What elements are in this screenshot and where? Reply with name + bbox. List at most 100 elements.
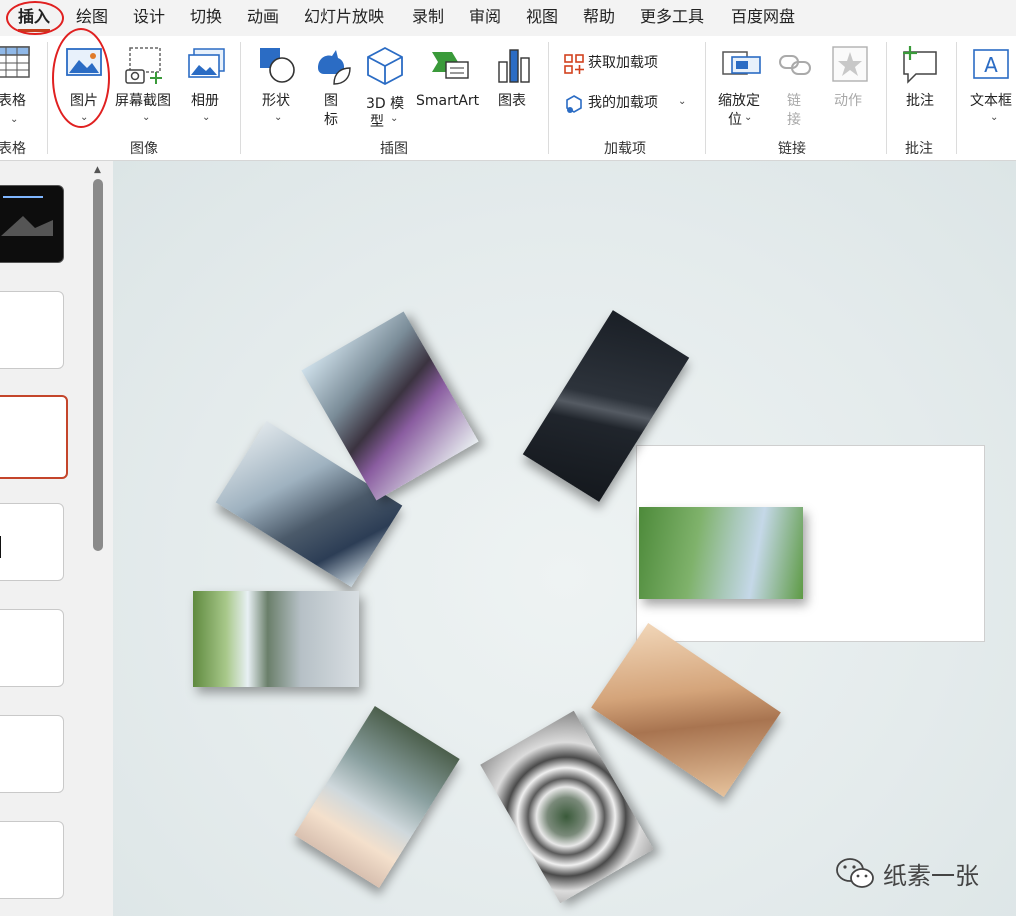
group-label-comments: 批注 bbox=[905, 141, 933, 157]
tab-animations[interactable]: 动画 bbox=[247, 6, 279, 28]
chevron-down-icon: ⌄ bbox=[678, 96, 687, 107]
thumbnail-mark bbox=[0, 536, 1, 558]
tab-transitions[interactable]: 切换 bbox=[190, 6, 222, 28]
slide-thumbnail[interactable] bbox=[0, 503, 64, 581]
tab-more-tools[interactable]: 更多工具 bbox=[640, 6, 704, 28]
screenshot-button[interactable]: 屏幕截图 ⌄ bbox=[114, 42, 178, 132]
screenshot-label: 屏幕截图 bbox=[115, 93, 171, 109]
zoom-icon bbox=[722, 51, 761, 75]
scroll-up-arrow[interactable]: ▲ bbox=[94, 165, 101, 175]
tab-baidu-netdisk[interactable]: 百度网盘 bbox=[731, 6, 795, 28]
chevron-down-icon: ⌄ bbox=[990, 112, 999, 123]
smartart-icon bbox=[432, 52, 469, 79]
group-divider bbox=[705, 42, 706, 154]
wechat-icon bbox=[836, 858, 874, 888]
chevron-down-icon: ⌄ bbox=[274, 112, 283, 123]
slide-thumbnail[interactable] bbox=[0, 291, 64, 369]
slide-thumbnail[interactable] bbox=[0, 609, 64, 687]
slide-canvas[interactable] bbox=[113, 161, 1016, 916]
smartart-label: SmartArt bbox=[416, 93, 480, 109]
3d-models-label-line2: 型 bbox=[370, 114, 384, 130]
picture-icon bbox=[66, 48, 102, 76]
photo-album-icon bbox=[188, 48, 225, 78]
link-icon bbox=[779, 55, 811, 75]
chart-label: 图表 bbox=[498, 93, 526, 109]
slide-thumbnail[interactable] bbox=[0, 821, 64, 899]
tab-design[interactable]: 设计 bbox=[133, 6, 165, 28]
slide-thumbnail-selected[interactable] bbox=[0, 395, 68, 479]
group-label-images: 图像 bbox=[130, 141, 158, 157]
cube-icon bbox=[367, 46, 403, 86]
tab-record[interactable]: 录制 bbox=[412, 6, 444, 28]
table-label: 表格 bbox=[0, 93, 26, 109]
textbox-label: 文本框 bbox=[970, 93, 1012, 109]
star-icon bbox=[832, 46, 868, 82]
icons-button[interactable]: 图 标 bbox=[310, 42, 354, 132]
slide-thumbnail[interactable] bbox=[0, 185, 64, 263]
link-label-line2: 接 bbox=[787, 112, 801, 128]
shapes-label: 形状 bbox=[262, 93, 290, 109]
group-label-addins: 加载项 bbox=[604, 141, 646, 157]
link-label-line1: 链 bbox=[787, 93, 801, 109]
group-divider bbox=[548, 42, 549, 154]
group-label-links: 链接 bbox=[778, 141, 806, 157]
photo-album-label: 相册 bbox=[191, 93, 219, 109]
tab-help[interactable]: 帮助 bbox=[583, 6, 615, 28]
photo-wooden-blocks[interactable] bbox=[591, 622, 781, 798]
photo-waterfall-cliff[interactable] bbox=[193, 591, 359, 687]
add-in-store-icon bbox=[564, 54, 584, 74]
photo-spiral-staircase[interactable] bbox=[480, 710, 654, 904]
tab-insert[interactable]: 插入 bbox=[18, 6, 51, 32]
zoom-button[interactable]: 缩放定 位 ⌄ bbox=[714, 42, 768, 132]
photo-glove-on-grass[interactable] bbox=[639, 507, 803, 599]
group-divider bbox=[47, 42, 48, 154]
my-addins-button[interactable]: 我的加载项 ⌄ bbox=[560, 90, 700, 116]
link-button[interactable]: 链 接 bbox=[774, 42, 816, 132]
zoom-label-line1: 缩放定 bbox=[718, 93, 760, 109]
3d-models-label-line1: 3D 模 bbox=[366, 96, 405, 112]
chevron-down-icon: ⌄ bbox=[10, 114, 19, 125]
3d-models-button[interactable]: 3D 模 型 ⌄ bbox=[360, 42, 408, 132]
watermark-text: 纸素一张 bbox=[883, 861, 979, 890]
photo-album-button[interactable]: 相册 ⌄ bbox=[184, 42, 230, 132]
table-icon bbox=[0, 46, 30, 78]
thumbnail-preview bbox=[1, 196, 53, 236]
my-addins-icon bbox=[566, 95, 582, 113]
ribbon-tab-bar: 插入 绘图 设计 切换 动画 幻灯片放映 录制 审阅 视图 帮助 更多工具 百度… bbox=[0, 0, 1016, 36]
chevron-down-icon: ⌄ bbox=[744, 112, 753, 123]
textbox-icon: A bbox=[973, 49, 1009, 79]
action-button[interactable]: 动作 bbox=[828, 42, 872, 132]
get-addins-button[interactable]: 获取加载项 bbox=[560, 50, 700, 76]
table-button[interactable]: 表格 ⌄ bbox=[0, 42, 40, 132]
group-label-table: 表格 bbox=[0, 141, 26, 157]
icons-label-line2: 标 bbox=[324, 112, 338, 128]
tab-view[interactable]: 视图 bbox=[526, 6, 558, 28]
chevron-down-icon: ⌄ bbox=[80, 112, 89, 123]
tab-draw[interactable]: 绘图 bbox=[76, 6, 108, 28]
shapes-button[interactable]: 形状 ⌄ bbox=[256, 42, 300, 132]
my-addins-label: 我的加载项 bbox=[588, 95, 658, 111]
comment-icon bbox=[903, 46, 937, 84]
smartart-button[interactable]: SmartArt bbox=[414, 42, 484, 132]
get-addins-label: 获取加载项 bbox=[588, 55, 658, 71]
group-label-illustrations: 插图 bbox=[380, 141, 408, 157]
vertical-scrollbar[interactable] bbox=[93, 179, 103, 551]
slide-thumbnail[interactable] bbox=[0, 715, 64, 793]
shapes-icon bbox=[260, 48, 295, 83]
icons-label-line1: 图 bbox=[324, 93, 338, 109]
group-divider bbox=[240, 42, 241, 154]
chevron-down-icon: ⌄ bbox=[142, 112, 151, 123]
textbox-button[interactable]: A 文本框 ⌄ bbox=[964, 42, 1016, 132]
comment-button[interactable]: 批注 bbox=[896, 42, 944, 132]
insert-picture-button[interactable]: 图片 ⌄ bbox=[58, 42, 110, 132]
chart-button[interactable]: 图表 bbox=[492, 42, 536, 132]
group-divider bbox=[886, 42, 887, 154]
photo-whale-tail[interactable] bbox=[294, 706, 460, 888]
screenshot-icon bbox=[125, 47, 162, 84]
icons-icon bbox=[318, 50, 351, 85]
watermark: 纸素一张 bbox=[835, 855, 979, 891]
tab-slideshow[interactable]: 幻灯片放映 bbox=[304, 6, 384, 28]
bar-chart-icon bbox=[498, 49, 530, 83]
tab-review[interactable]: 审阅 bbox=[469, 6, 501, 28]
comment-label: 批注 bbox=[906, 93, 934, 109]
